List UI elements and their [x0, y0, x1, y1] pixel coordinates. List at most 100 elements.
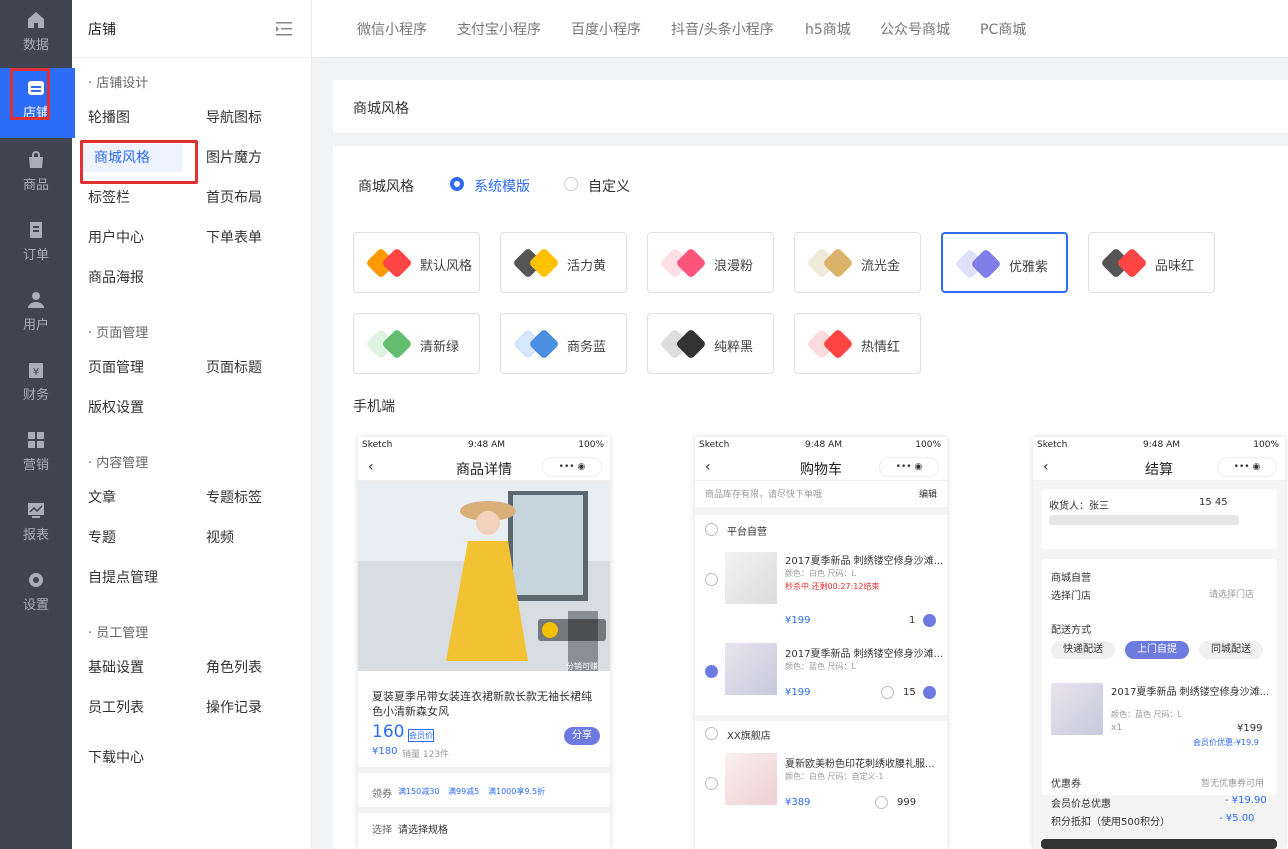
- member-badge: 会员价: [408, 729, 434, 742]
- theme-swatch-icon: [661, 330, 705, 358]
- tab-baidu[interactable]: 百度小程序: [571, 19, 641, 39]
- plus-icon[interactable]: [923, 686, 936, 699]
- tab-pc[interactable]: PC商城: [980, 19, 1026, 39]
- minus-icon[interactable]: [881, 686, 894, 699]
- carrier: Sketch: [362, 440, 393, 450]
- link-staff-list[interactable]: 员工列表: [88, 694, 144, 722]
- choose-value[interactable]: 请选择规格: [398, 821, 448, 836]
- theme-swatch-icon: [514, 330, 558, 358]
- radio-custom[interactable]: [564, 177, 578, 191]
- coupon-value[interactable]: 暂无优惠券可用: [1201, 776, 1264, 789]
- active-indicator: [72, 68, 75, 138]
- item-spec: 颜色：蓝色 尺码：L: [1111, 710, 1182, 719]
- link-copyright[interactable]: 版权设置: [88, 394, 144, 422]
- link-home-layout[interactable]: 首页布局: [206, 184, 262, 212]
- edit-link[interactable]: 编辑: [919, 487, 937, 500]
- theme-card-9[interactable]: 纯粹黑: [647, 313, 774, 374]
- clock: 9:48 AM: [468, 440, 505, 450]
- share-button[interactable]: 分享: [564, 727, 600, 745]
- delivery-express[interactable]: 快递配送: [1051, 641, 1115, 659]
- left-rail: 数据 店铺 商品 订单 用户 ¥ 财务 营销 报表 设置: [0, 0, 72, 849]
- item-price: ¥199: [785, 615, 811, 626]
- radio-system-label[interactable]: 系统模版: [474, 176, 530, 196]
- link-poster[interactable]: 商品海报: [88, 264, 144, 292]
- theme-name: 流光金: [861, 259, 901, 274]
- rail-item-settings[interactable]: 设置: [0, 560, 72, 630]
- coupon-chip[interactable]: 满99减5: [448, 786, 479, 797]
- battery: 100%: [915, 440, 941, 450]
- link-topic[interactable]: 专题: [88, 524, 116, 552]
- item-checkbox[interactable]: [705, 573, 718, 586]
- member-discount-label: 会员价总优惠: [1051, 799, 1111, 810]
- theme-card-6[interactable]: 品味红: [1088, 232, 1215, 293]
- rail-item-goods[interactable]: 商品: [0, 140, 72, 210]
- item-checkbox[interactable]: [705, 777, 718, 790]
- item-spec: 颜色：蓝色 尺码：L: [785, 662, 856, 671]
- coupon-chip[interactable]: 满150减30: [398, 786, 439, 797]
- tab-wechat[interactable]: 微信小程序: [357, 19, 427, 39]
- link-nav-icon[interactable]: 导航图标: [206, 104, 262, 132]
- delivery-pickup[interactable]: 上门自提: [1125, 641, 1189, 659]
- product-price: 160: [372, 722, 405, 742]
- theme-name: 商务蓝: [567, 340, 607, 355]
- panel-body: 商城风格 系统模版 自定义 默认风格 活力黄 浪漫粉 流光金 优雅紫 品味红 清新绿 商务蓝 纯…: [333, 146, 1288, 849]
- rail-item-report[interactable]: 报表: [0, 490, 72, 560]
- section-staff-mgmt: · 员工管理: [88, 626, 149, 641]
- coupon-chip[interactable]: 满1000享9.5折: [488, 786, 545, 797]
- tab-h5[interactable]: h5商城: [805, 19, 851, 39]
- link-tabbar[interactable]: 标签栏: [88, 184, 130, 212]
- theme-name: 浪漫粉: [714, 259, 754, 274]
- link-video[interactable]: 视频: [206, 524, 234, 552]
- theme-swatch-icon: [514, 249, 558, 277]
- item-qty[interactable]: 1: [909, 615, 915, 626]
- capsule-icon: ••• ◉: [542, 457, 602, 477]
- tab-alipay[interactable]: 支付宝小程序: [457, 19, 541, 39]
- orig-price: ¥180: [372, 746, 398, 757]
- shop-checkbox[interactable]: [705, 727, 718, 740]
- link-op-log[interactable]: 操作记录: [206, 694, 262, 722]
- mobile-label: 手机端: [353, 399, 395, 415]
- rail-item-data[interactable]: 数据: [0, 0, 72, 70]
- shop-checkbox[interactable]: [705, 523, 718, 536]
- theme-card-10[interactable]: 热情红: [794, 313, 921, 374]
- item-qty[interactable]: 15: [903, 687, 916, 698]
- link-page-title[interactable]: 页面标题: [206, 354, 262, 382]
- link-order-form[interactable]: 下单表单: [206, 224, 262, 252]
- rail-item-finance[interactable]: ¥ 财务: [0, 350, 72, 420]
- collapse-icon[interactable]: [276, 22, 292, 36]
- link-basic-settings[interactable]: 基础设置: [88, 654, 144, 682]
- item-checkbox[interactable]: [705, 665, 718, 678]
- theme-card-3[interactable]: 浪漫粉: [647, 232, 774, 293]
- link-page-mgmt[interactable]: 页面管理: [88, 354, 144, 382]
- link-article[interactable]: 文章: [88, 484, 116, 512]
- phone-preview-detail: Sketch 9:48 AM 100% ‹ 商品详情 ••• ◉ 分销可赚 ¥5.1 夏…: [358, 437, 610, 849]
- delivery-local[interactable]: 同城配送: [1199, 641, 1263, 659]
- minus-icon[interactable]: [875, 796, 888, 809]
- plus-icon[interactable]: [923, 614, 936, 627]
- theme-card-1[interactable]: 默认风格: [353, 232, 480, 293]
- theme-card-4[interactable]: 流光金: [794, 232, 921, 293]
- item-thumb: [1051, 683, 1103, 735]
- tab-douyin[interactable]: 抖音/头条小程序: [671, 19, 774, 39]
- link-topic-tag[interactable]: 专题标签: [206, 484, 262, 512]
- receiver-phone: 15 45: [1199, 497, 1228, 508]
- store-value[interactable]: 请选择门店: [1209, 587, 1254, 600]
- link-download[interactable]: 下载中心: [88, 744, 144, 772]
- theme-card-8[interactable]: 商务蓝: [500, 313, 627, 374]
- rail-item-order[interactable]: 订单: [0, 210, 72, 280]
- theme-card-5[interactable]: 优雅紫: [941, 232, 1068, 293]
- link-pickup[interactable]: 自提点管理: [88, 564, 158, 592]
- theme-card-2[interactable]: 活力黄: [500, 232, 627, 293]
- tab-official[interactable]: 公众号商城: [880, 19, 950, 39]
- theme-card-7[interactable]: 清新绿: [353, 313, 480, 374]
- radio-custom-label[interactable]: 自定义: [588, 176, 630, 196]
- link-role-list[interactable]: 角色列表: [206, 654, 262, 682]
- item-qty[interactable]: 999: [897, 797, 916, 808]
- link-carousel[interactable]: 轮播图: [88, 104, 130, 132]
- item-spec: 颜色：白色 尺码：L: [785, 569, 856, 578]
- rail-item-marketing[interactable]: 营销: [0, 420, 72, 490]
- link-user-center[interactable]: 用户中心: [88, 224, 144, 252]
- rail-item-user[interactable]: 用户: [0, 280, 72, 350]
- link-image-cube[interactable]: 图片魔方: [206, 144, 262, 172]
- radio-system[interactable]: [450, 177, 464, 191]
